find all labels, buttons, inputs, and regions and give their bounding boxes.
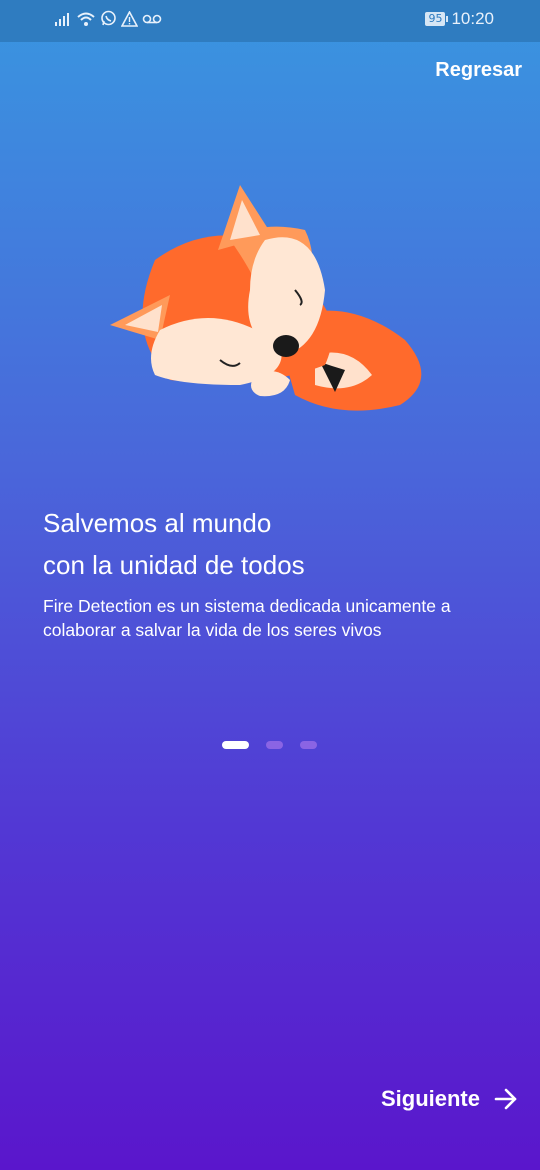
arrow-right-icon	[494, 1088, 517, 1110]
page-dot-active[interactable]	[222, 741, 249, 749]
clock: 10:20	[451, 9, 494, 28]
battery-indicator: 95	[425, 12, 449, 26]
sleeping-fox-illustration	[110, 185, 422, 411]
page-description: Fire Detection es un sistema dedicada un…	[43, 596, 451, 640]
warning-icon	[121, 10, 138, 27]
whatsapp-icon	[101, 10, 116, 26]
page-indicator	[222, 741, 317, 749]
page-dot[interactable]	[300, 741, 317, 749]
fox-nose	[273, 335, 299, 357]
page-title: Salvemos al mundo con la unidad de todos	[43, 502, 305, 586]
status-bar: 95 10:20	[0, 0, 540, 42]
status-right: 95 10:20	[425, 9, 494, 29]
page-dot[interactable]	[266, 741, 283, 749]
next-label: Siguiente	[380, 1086, 480, 1111]
voicemail-icon	[142, 14, 162, 23]
signal-icon	[55, 12, 69, 26]
back-button[interactable]: Regresar	[435, 59, 522, 82]
next-button[interactable]: Siguiente	[381, 1086, 518, 1112]
status-icons	[54, 10, 162, 27]
wifi-icon	[77, 12, 95, 26]
title-line-1: Salvemos al mundo	[43, 508, 272, 538]
title-line-2: con la unidad de todos	[43, 550, 305, 580]
